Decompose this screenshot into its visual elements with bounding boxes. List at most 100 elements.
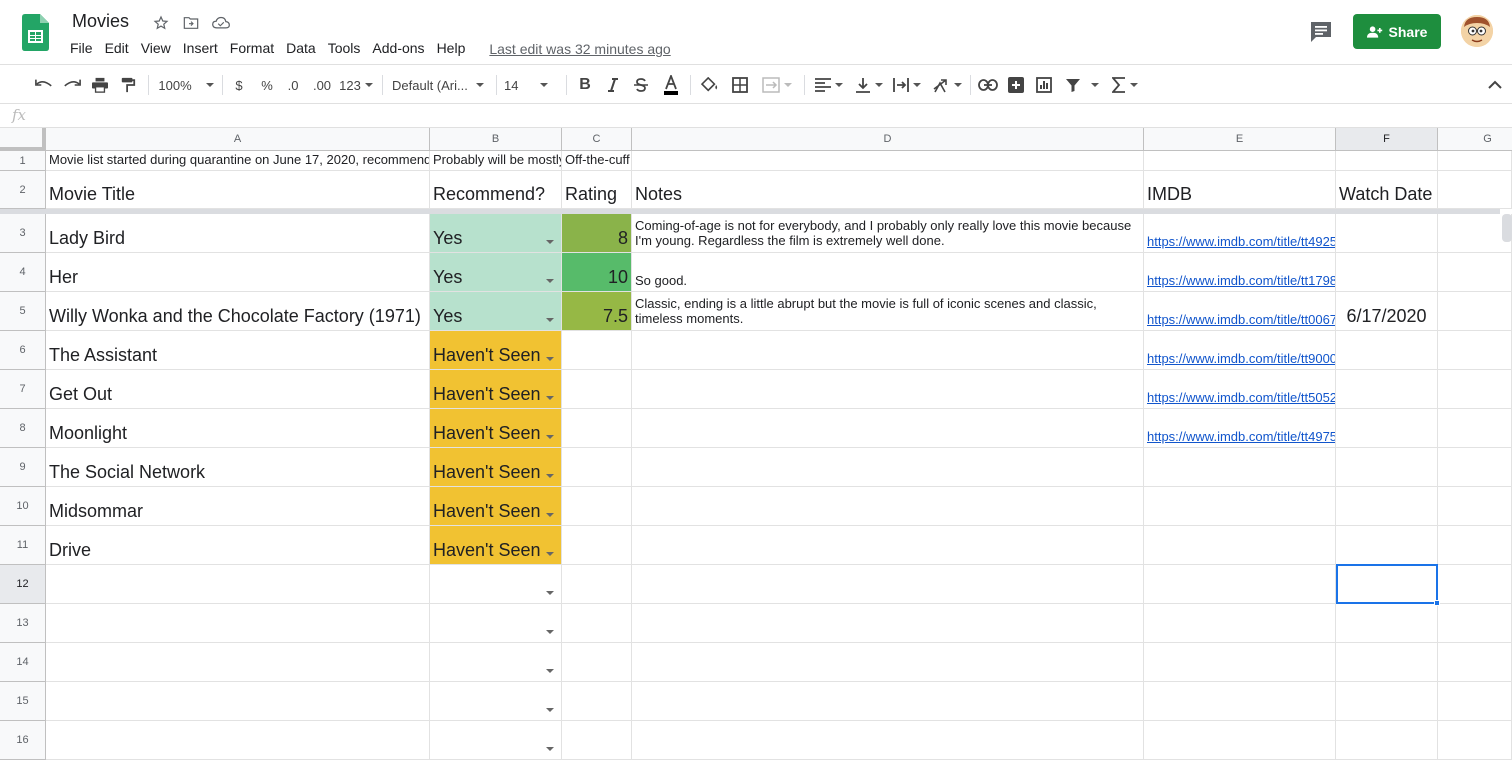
row-header-7[interactable]: 7 [0, 370, 46, 409]
cell-empty[interactable] [632, 604, 1144, 643]
imdb-link[interactable]: https://www.imdb.com/title/tt4925292/ [1144, 214, 1336, 253]
cell-g[interactable] [1438, 214, 1512, 253]
cell-b1[interactable]: Probably will be mostly [430, 151, 562, 171]
cell-notes[interactable]: Coming-of-age is not for everybody, and … [632, 214, 1144, 253]
cell-title[interactable]: Drive [46, 526, 430, 565]
cell-title[interactable]: Get Out [46, 370, 430, 409]
cell-title[interactable]: Lady Bird [46, 214, 430, 253]
cell-g[interactable] [1438, 409, 1512, 448]
cell-empty[interactable] [1438, 604, 1512, 643]
cell-empty[interactable] [632, 565, 1144, 604]
print-icon[interactable] [88, 73, 112, 97]
vertical-align-icon[interactable] [852, 73, 886, 97]
menu-view[interactable]: View [135, 38, 177, 58]
cell-notes[interactable] [632, 448, 1144, 487]
vertical-scrollbar[interactable] [1502, 214, 1512, 242]
cell-g2[interactable] [1438, 171, 1512, 209]
recommend-dropdown[interactable]: Haven't Seen [430, 331, 562, 370]
imdb-link[interactable] [1144, 448, 1336, 487]
cell-rating[interactable] [562, 487, 632, 526]
cell-empty[interactable] [562, 565, 632, 604]
cell-e2-header[interactable]: IMDB [1144, 171, 1336, 209]
column-header-d[interactable]: D [632, 128, 1144, 151]
increase-decimal-button[interactable]: .00 [308, 73, 336, 97]
horizontal-align-icon[interactable] [812, 73, 846, 97]
dropdown-arrow-icon[interactable] [546, 747, 554, 751]
spreadsheet-grid[interactable]: A B C D E F G 1 2 3 4 5 6 7 8 9 10 11 12… [0, 128, 1512, 760]
cell-c1[interactable]: Off-the-cuff [562, 151, 632, 171]
cloud-status-icon[interactable] [210, 13, 232, 33]
cell-d2-header[interactable]: Notes [632, 171, 1144, 209]
imdb-link[interactable] [1144, 487, 1336, 526]
cell-notes[interactable]: So good. [632, 253, 1144, 292]
menu-format[interactable]: Format [224, 38, 280, 58]
cell-empty[interactable] [1144, 565, 1336, 604]
text-wrapping-icon[interactable] [890, 73, 924, 97]
insert-link-icon[interactable] [976, 73, 1000, 97]
last-edit-link[interactable]: Last edit was 32 minutes ago [483, 38, 676, 58]
row-header-14[interactable]: 14 [0, 643, 46, 682]
cell-watch-date[interactable] [1336, 214, 1438, 253]
select-all-corner[interactable] [0, 128, 46, 151]
more-formats-select[interactable]: 123 [338, 73, 374, 97]
cell-watch-date[interactable] [1336, 253, 1438, 292]
cell-empty[interactable] [1438, 682, 1512, 721]
column-header-g[interactable]: G [1438, 128, 1512, 151]
recommend-dropdown[interactable]: Haven't Seen [430, 526, 562, 565]
cell-a2-header[interactable]: Movie Title [46, 171, 430, 209]
menu-tools[interactable]: Tools [322, 38, 367, 58]
imdb-link[interactable]: https://www.imdb.com/title/tt0067992/ [1144, 292, 1336, 331]
sheets-logo-icon[interactable] [22, 14, 49, 51]
cell-g[interactable] [1438, 292, 1512, 331]
row-header-10[interactable]: 10 [0, 487, 46, 526]
active-cell-selection[interactable] [1336, 564, 1440, 606]
dropdown-arrow-icon[interactable] [546, 240, 554, 244]
cell-empty[interactable] [1438, 643, 1512, 682]
recommend-dropdown[interactable]: Haven't Seen [430, 448, 562, 487]
cell-rating[interactable] [562, 448, 632, 487]
row-header-2[interactable]: 2 [0, 171, 46, 209]
recommend-dropdown[interactable]: Yes [430, 214, 562, 253]
collapse-menus-icon[interactable] [1484, 73, 1506, 97]
menu-add-ons[interactable]: Add-ons [366, 38, 430, 58]
recommend-dropdown[interactable] [430, 682, 562, 721]
menu-data[interactable]: Data [280, 38, 322, 58]
strikethrough-icon[interactable] [630, 73, 652, 97]
cell-rating[interactable] [562, 370, 632, 409]
document-title[interactable]: Movies [72, 11, 129, 32]
column-header-e[interactable]: E [1144, 128, 1336, 151]
dropdown-arrow-icon[interactable] [546, 669, 554, 673]
cell-f1[interactable] [1336, 151, 1438, 171]
recommend-dropdown[interactable] [430, 604, 562, 643]
cell-c2-header[interactable]: Rating [562, 171, 632, 209]
font-size-select[interactable]: 14 [504, 73, 560, 97]
cell-empty[interactable] [1438, 721, 1512, 760]
cell-b2-header[interactable]: Recommend? [430, 171, 562, 209]
cell-notes[interactable]: Classic, ending is a little abrupt but t… [632, 292, 1144, 331]
imdb-link[interactable]: https://www.imdb.com/title/tt9000 [1144, 331, 1336, 370]
dropdown-arrow-icon[interactable] [546, 591, 554, 595]
menu-insert[interactable]: Insert [177, 38, 224, 58]
bold-button[interactable]: B [574, 73, 596, 97]
merge-cells-icon[interactable] [758, 73, 796, 97]
dropdown-arrow-icon[interactable] [546, 474, 554, 478]
cell-g[interactable] [1438, 448, 1512, 487]
cell-empty[interactable] [46, 721, 430, 760]
dropdown-arrow-icon[interactable] [546, 435, 554, 439]
paint-format-icon[interactable] [116, 73, 140, 97]
menu-file[interactable]: File [64, 38, 99, 58]
column-header-a[interactable]: A [46, 128, 430, 151]
dropdown-arrow-icon[interactable] [546, 630, 554, 634]
imdb-link[interactable]: https://www.imdb.com/title/tt4975 [1144, 409, 1336, 448]
cell-empty[interactable] [46, 604, 430, 643]
cell-a1[interactable]: Movie list started during quarantine on … [46, 151, 430, 171]
row-header-3[interactable]: 3 [0, 214, 46, 253]
insert-comment-icon[interactable] [1004, 73, 1028, 97]
functions-icon[interactable] [1108, 73, 1142, 97]
column-header-c[interactable]: C [562, 128, 632, 151]
cell-f2-header[interactable]: Watch Date [1336, 171, 1438, 209]
cell-watch-date[interactable] [1336, 409, 1438, 448]
cell-empty[interactable] [46, 643, 430, 682]
share-button[interactable]: Share [1353, 14, 1441, 49]
redo-icon[interactable] [60, 73, 84, 97]
